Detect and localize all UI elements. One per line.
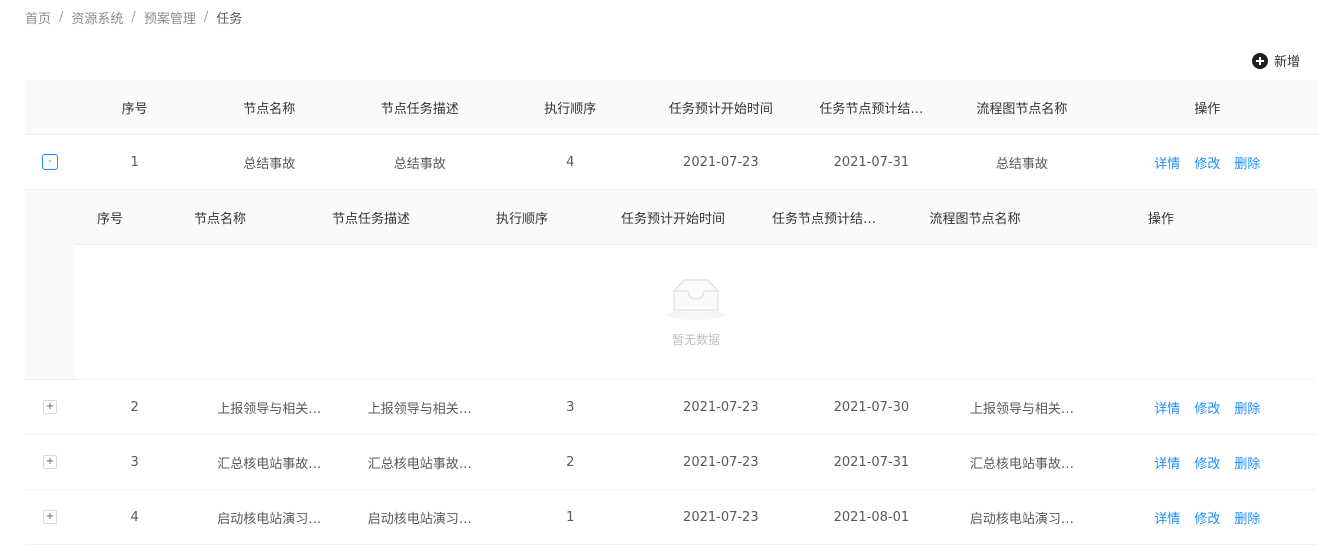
empty-text: 暂无数据 — [671, 332, 720, 347]
sub-header-exec-order: 执行顺序 — [495, 211, 548, 227]
edit-link[interactable]: 修改 — [1194, 508, 1220, 527]
cell-actions: 详情 修改 删除 — [1098, 153, 1317, 172]
delete-link[interactable]: 删除 — [1234, 508, 1260, 527]
cell-exec-order: 3 — [566, 399, 575, 415]
cell-end-time: 2021-07-31 — [833, 454, 910, 470]
detail-link[interactable]: 详情 — [1154, 508, 1180, 527]
breadcrumb-plan-management[interactable]: 预案管理 — [144, 8, 196, 27]
cell-start-time: 2021-07-23 — [683, 509, 759, 525]
expanded-gutter — [25, 190, 75, 379]
delete-link[interactable]: 删除 — [1234, 153, 1260, 172]
expand-row-icon[interactable]: + — [42, 510, 57, 524]
header-node-desc: 节点任务描述 — [380, 101, 459, 117]
table-header: 序号 节点名称 节点任务描述 执行顺序 任务预计开始时间 任务节点预计结… 流程… — [25, 80, 1317, 135]
detail-link[interactable]: 详情 — [1154, 153, 1180, 172]
table-row: + 2 上报领导与相关… 上报领导与相关… 3 2021-07-23 2021-… — [25, 380, 1317, 435]
sub-header-actions: 操作 — [1147, 211, 1174, 227]
table-row: + 4 启动核电站演习… 启动核电站演习… 1 2021-07-23 2021-… — [25, 490, 1317, 545]
expand-cell: + — [25, 455, 75, 469]
table-row: - 1 总结事故 总结事故 4 2021-07-23 2021-07-31 总结… — [25, 135, 1317, 190]
header-start-time: 任务预计开始时间 — [668, 101, 773, 117]
cell-flow-node: 总结事故 — [995, 156, 1048, 172]
cell-flow-node: 启动核电站演习… — [969, 511, 1074, 527]
cell-flow-node: 上报领导与相关… — [969, 401, 1074, 417]
expanded-row-area: 序号 节点名称 节点任务描述 执行顺序 任务预计开始时间 任务节点预计结… 流程… — [25, 190, 1317, 380]
cell-index: 4 — [130, 509, 139, 525]
empty-state: 暂无数据 — [75, 245, 1317, 379]
breadcrumb-separator: / — [131, 10, 136, 25]
header-actions: 操作 — [1194, 101, 1221, 117]
cell-start-time: 2021-07-23 — [683, 399, 759, 415]
breadcrumb-separator: / — [59, 10, 64, 25]
add-button-label: 新增 — [1274, 55, 1301, 70]
collapse-row-icon[interactable]: - — [41, 154, 58, 170]
task-table: 序号 节点名称 节点任务描述 执行顺序 任务预计开始时间 任务节点预计结… 流程… — [25, 80, 1317, 545]
header-flow-node: 流程图节点名称 — [976, 101, 1068, 117]
cell-node-desc: 上报领导与相关… — [367, 401, 472, 417]
edit-link[interactable]: 修改 — [1194, 453, 1220, 472]
cell-index: 3 — [130, 454, 139, 470]
cell-node-desc: 启动核电站演习… — [367, 511, 472, 527]
table-row: + 3 汇总核电站事故… 汇总核电站事故… 2 2021-07-23 2021-… — [25, 435, 1317, 490]
cell-index: 2 — [130, 399, 139, 415]
plus-circle-icon — [1252, 52, 1268, 69]
cell-end-time: 2021-08-01 — [833, 509, 910, 525]
cell-exec-order: 2 — [566, 454, 575, 470]
detail-link[interactable]: 详情 — [1154, 453, 1180, 472]
edit-link[interactable]: 修改 — [1194, 153, 1220, 172]
header-exec-order: 执行顺序 — [544, 101, 597, 117]
cell-end-time: 2021-07-30 — [833, 399, 910, 415]
subtable-header: 序号 节点名称 节点任务描述 执行顺序 任务预计开始时间 任务节点预计结… 流程… — [75, 190, 1317, 245]
header-end-time: 任务节点预计结… — [819, 101, 924, 117]
sub-header-node-desc: 节点任务描述 — [331, 211, 410, 227]
cell-start-time: 2021-07-23 — [683, 154, 759, 170]
detail-link[interactable]: 详情 — [1154, 398, 1180, 417]
cell-actions: 详情 修改 删除 — [1098, 398, 1317, 417]
sub-header-node-name: 节点名称 — [193, 211, 246, 227]
edit-link[interactable]: 修改 — [1194, 398, 1220, 417]
cell-start-time: 2021-07-23 — [683, 454, 759, 470]
breadcrumb: 首页 / 资源系统 / 预案管理 / 任务 — [25, 8, 242, 27]
sub-header-start-time: 任务预计开始时间 — [620, 211, 725, 227]
expand-cell: - — [25, 154, 75, 170]
sub-header-end-time: 任务节点预计结… — [771, 211, 876, 227]
breadcrumb-task: 任务 — [216, 12, 243, 27]
subtable: 序号 节点名称 节点任务描述 执行顺序 任务预计开始时间 任务节点预计结… 流程… — [75, 190, 1317, 379]
expand-cell: + — [25, 400, 75, 414]
header-node-name: 节点名称 — [243, 101, 296, 117]
cell-actions: 详情 修改 删除 — [1098, 453, 1317, 472]
sub-header-flow-node: 流程图节点名称 — [929, 211, 1021, 227]
cell-node-name: 总结事故 — [243, 156, 296, 172]
expand-row-icon[interactable]: + — [42, 400, 57, 414]
cell-node-desc: 汇总核电站事故… — [367, 456, 472, 472]
breadcrumb-separator: / — [203, 10, 209, 25]
breadcrumb-resource-system[interactable]: 资源系统 — [71, 8, 123, 27]
delete-link[interactable]: 删除 — [1234, 398, 1260, 417]
delete-link[interactable]: 删除 — [1234, 453, 1260, 472]
cell-node-name: 汇总核电站事故… — [217, 456, 322, 472]
header-index: 序号 — [121, 101, 148, 117]
expand-row-icon[interactable]: + — [42, 455, 57, 469]
cell-actions: 详情 修改 删除 — [1098, 508, 1317, 527]
cell-exec-order: 1 — [566, 509, 575, 525]
empty-inbox-icon — [666, 279, 726, 320]
cell-index: 1 — [130, 154, 139, 170]
sub-header-index: 序号 — [96, 211, 123, 227]
cell-flow-node: 汇总核电站事故… — [969, 456, 1074, 472]
cell-end-time: 2021-07-31 — [833, 154, 910, 170]
expand-cell: + — [25, 510, 75, 524]
breadcrumb-home[interactable]: 首页 — [25, 8, 51, 27]
cell-node-name: 启动核电站演习… — [217, 511, 322, 527]
add-button[interactable]: 新增 — [1252, 51, 1300, 70]
cell-exec-order: 4 — [566, 154, 575, 170]
cell-node-desc: 总结事故 — [393, 156, 446, 172]
cell-node-name: 上报领导与相关… — [217, 401, 322, 417]
